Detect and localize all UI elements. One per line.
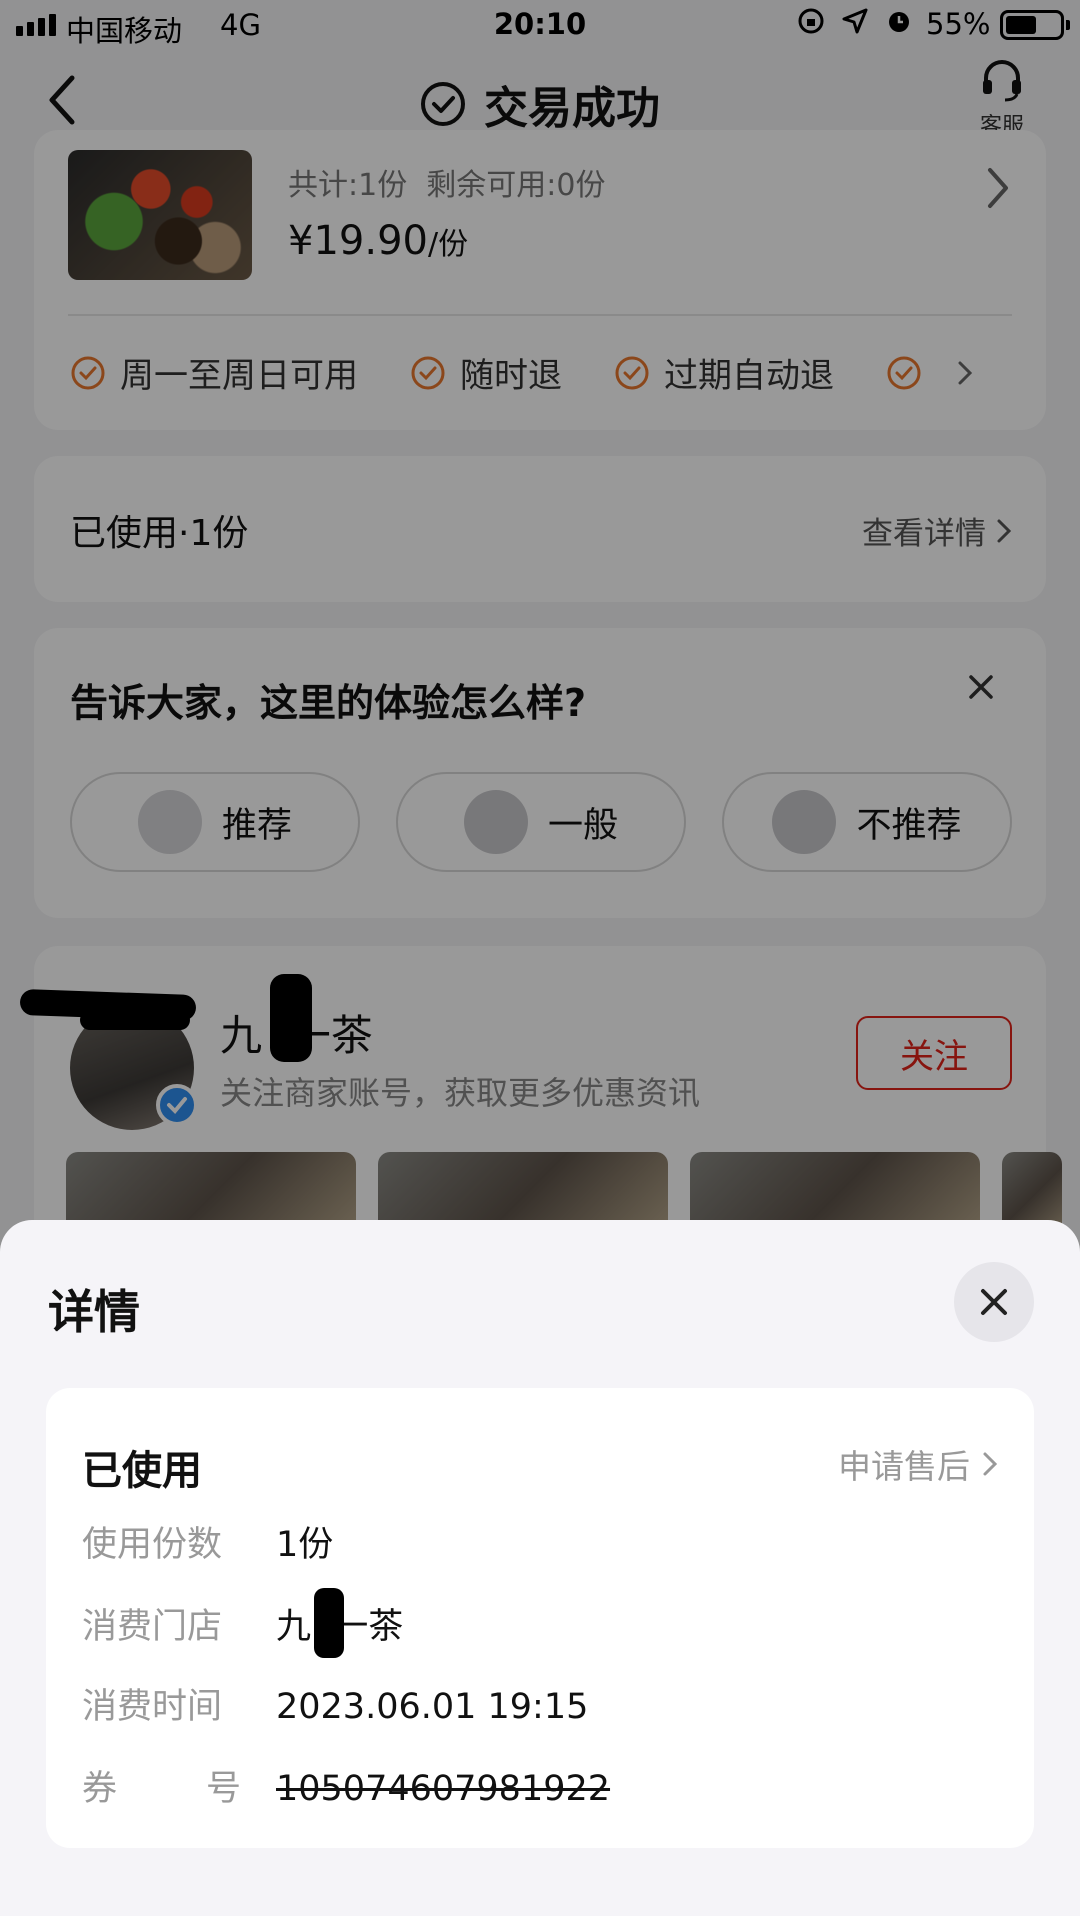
voucher-number: 105074607981922 xyxy=(276,1769,611,1809)
close-button[interactable] xyxy=(954,1262,1034,1342)
details-sheet: 详情 已使用 申请售后 使用份数 1份 消费门店九 一茶 消费时间 2023.06.… xyxy=(0,1220,1080,1916)
detail-row-time: 消费时间 2023.06.01 19:15 xyxy=(82,1678,588,1729)
detail-row-store: 消费门店九 一茶 xyxy=(82,1598,403,1649)
redaction-scribble xyxy=(314,1588,344,1658)
usage-status: 已使用 xyxy=(82,1448,202,1494)
after-sale-label: 申请售后 xyxy=(838,1447,970,1486)
detail-value: 2023.06.01 19:15 xyxy=(276,1687,589,1727)
chevron-right-icon xyxy=(983,1452,998,1476)
detail-label: 使用份数 xyxy=(82,1525,223,1565)
after-sale-link[interactable]: 申请售后 xyxy=(838,1440,998,1488)
detail-label: 消费时间 xyxy=(82,1687,223,1727)
sheet-title: 详情 xyxy=(48,1285,140,1339)
detail-row-quantity: 使用份数 1份 xyxy=(82,1516,333,1567)
detail-card: 已使用 申请售后 使用份数 1份 消费门店九 一茶 消费时间 2023.06.01 … xyxy=(46,1388,1034,1848)
detail-value: 1份 xyxy=(276,1525,334,1565)
detail-label: 券 号 xyxy=(82,1769,242,1809)
detail-label: 消费门店 xyxy=(82,1607,223,1647)
detail-row-voucher: 券 号 105074607981922 xyxy=(82,1760,610,1811)
close-icon xyxy=(981,1289,1007,1315)
